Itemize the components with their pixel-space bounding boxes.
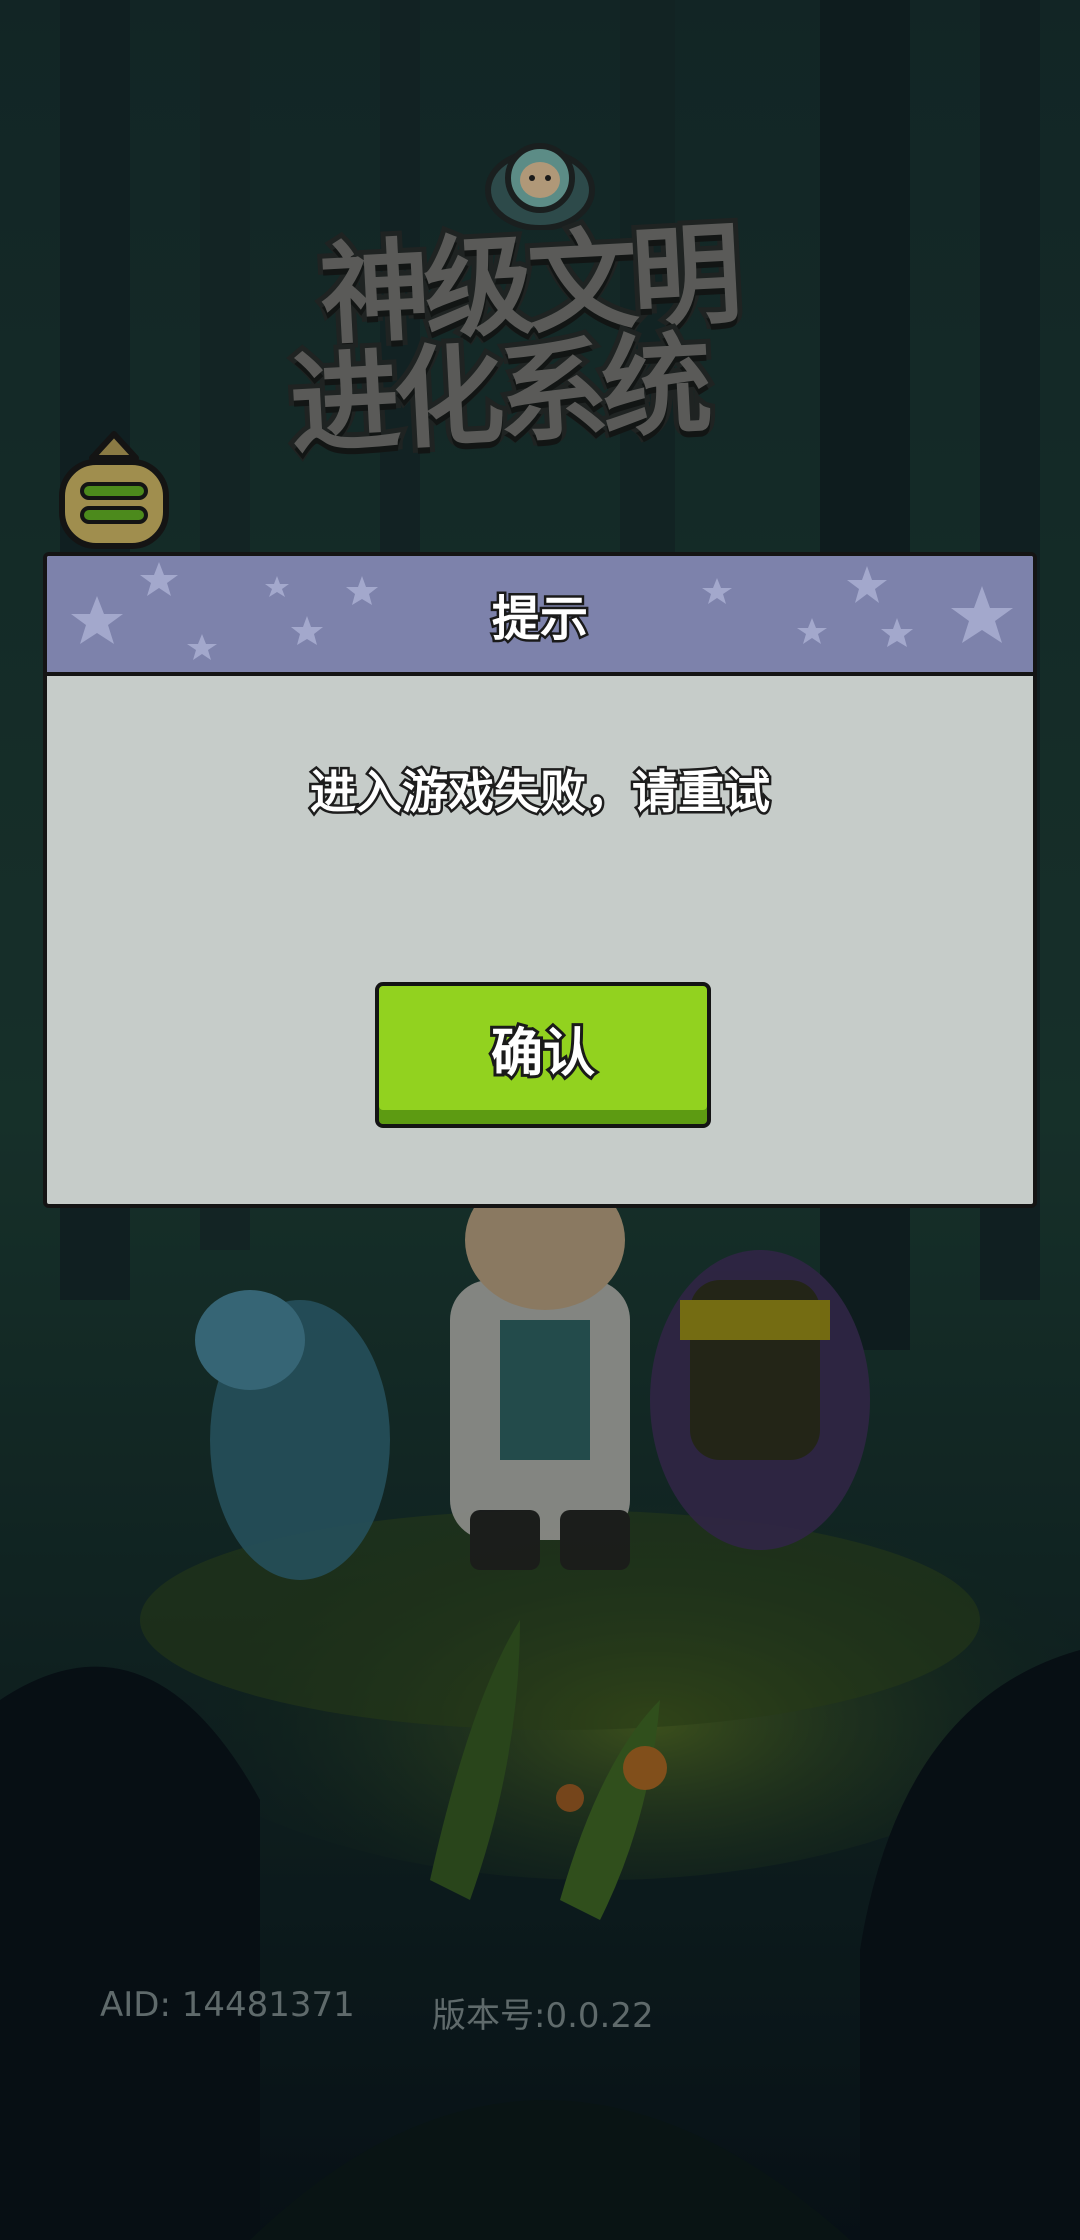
menu-lines-icon[interactable]: [56, 428, 172, 552]
dialog-header: 提示: [47, 556, 1033, 676]
alert-dialog: 提示 进入游戏失败，请重试 确认: [43, 552, 1037, 1208]
mascot-badge-icon: [485, 143, 595, 230]
confirm-button-label: 确认: [488, 1021, 598, 1087]
version-text: 版本号:0.0.22: [432, 1996, 654, 2036]
game-logo: 神级文明 进化系统: [282, 130, 790, 480]
account-id-text: AID: 14481371: [100, 1985, 355, 2025]
dialog-title: 提示: [489, 589, 590, 650]
logo-line-2: 进化系统: [282, 315, 714, 475]
dialog-message: 进入游戏失败，请重试: [308, 763, 773, 822]
confirm-button[interactable]: 确认: [375, 982, 711, 1128]
